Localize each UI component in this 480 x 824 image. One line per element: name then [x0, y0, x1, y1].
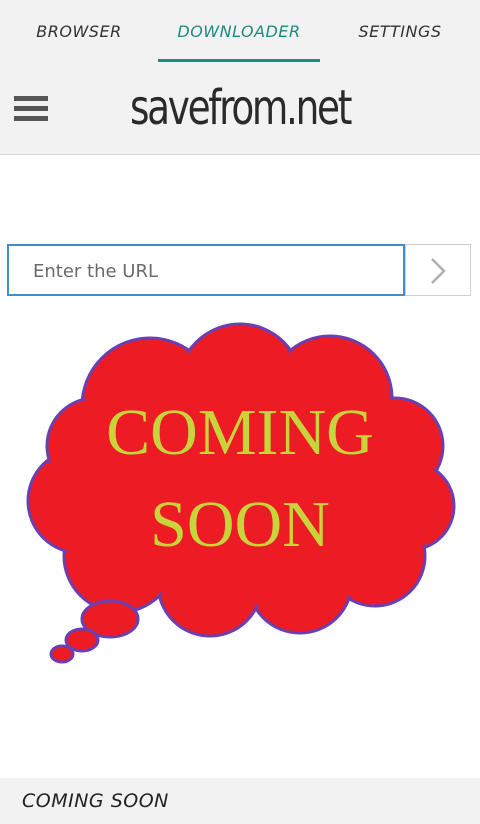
- chevron-right-icon: [431, 258, 446, 284]
- tab-browser[interactable]: BROWSER: [0, 0, 158, 62]
- hamburger-menu-icon[interactable]: [14, 96, 48, 122]
- go-button[interactable]: [405, 244, 471, 296]
- coming-soon-banner: COMING SOON: [0, 306, 462, 674]
- url-input[interactable]: [31, 246, 395, 296]
- url-input-box: [7, 244, 405, 296]
- tab-settings[interactable]: SETTINGS: [320, 0, 480, 62]
- app-header: savefrom.net: [0, 62, 480, 155]
- banner-line-2: SOON: [150, 488, 330, 561]
- footer-status-text: COMING SOON: [22, 790, 169, 812]
- tab-downloader[interactable]: DOWNLOADER: [158, 0, 320, 62]
- banner-line-1: COMING: [106, 396, 374, 469]
- footer-bar: COMING SOON: [0, 778, 480, 824]
- speech-cloud-image: COMING SOON: [26, 322, 456, 664]
- tab-bar: BROWSER DOWNLOADER SETTINGS: [0, 0, 480, 62]
- site-logo: savefrom.net: [130, 80, 352, 136]
